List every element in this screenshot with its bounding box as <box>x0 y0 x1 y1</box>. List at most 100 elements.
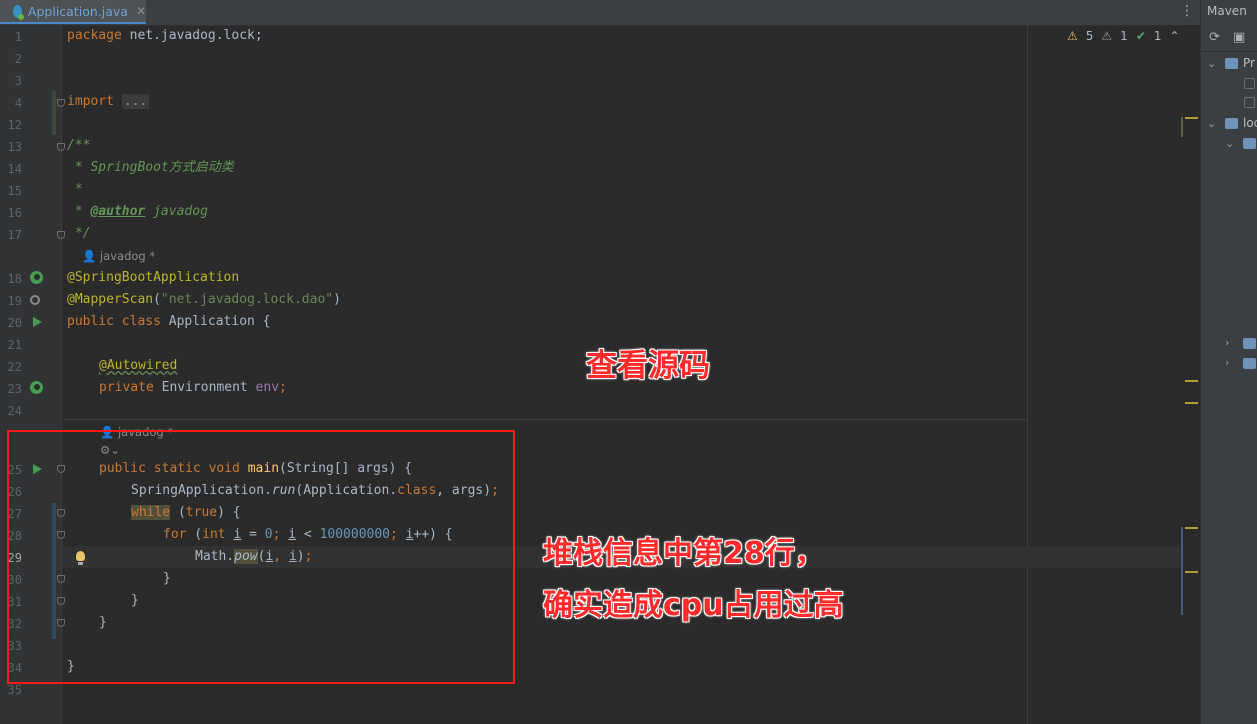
maven-tree-dependencies[interactable]: › <box>1201 354 1257 374</box>
code-line: * <box>67 179 83 201</box>
profile-checkbox[interactable] <box>1244 97 1255 108</box>
annotation-bottom-line1: 堆栈信息中第28行， <box>543 536 825 571</box>
vcs-stripe-marker <box>1181 117 1183 137</box>
run-class-icon[interactable] <box>33 317 42 327</box>
code-token: import <box>67 94 114 109</box>
profile-checkbox[interactable] <box>1244 78 1255 89</box>
line-number: 35 <box>7 683 22 697</box>
lifecycle-icon <box>1243 138 1256 149</box>
code-line: * SpringBoot方式启动类 <box>67 157 234 179</box>
editor-tab-bar: Application.java ✕ ⋮ <box>0 0 1200 26</box>
vcs-stripe-marker <box>1181 527 1183 615</box>
warning-stripe-marker[interactable] <box>1185 117 1198 119</box>
inspection-widget[interactable]: ⚠5 ⚠1 ✔1 ⌃ ⌄ <box>1067 29 1198 43</box>
code-token: Application { <box>160 314 271 329</box>
chevron-right-icon[interactable]: › <box>1225 356 1229 369</box>
maven-tree-profiles[interactable]: ⌄ Pr <box>1201 54 1257 74</box>
line-number: 16 <box>7 206 22 220</box>
line-number: 1 <box>14 30 22 44</box>
code-token: env <box>255 380 280 395</box>
tab-application-java[interactable]: Application.java ✕ <box>0 0 146 24</box>
reload-icon[interactable]: ⟳ <box>1209 31 1223 45</box>
code-token: * <box>67 204 91 219</box>
warning-stripe-marker[interactable] <box>1185 380 1198 382</box>
code-token: net.javadog.lock; <box>121 28 263 43</box>
author-hint[interactable]: 👤 javadog * <box>82 249 155 263</box>
warning-count: 5 <box>1085 29 1094 43</box>
line-number: 21 <box>7 338 22 352</box>
check-icon: ✔ <box>1135 29 1146 43</box>
code-token: /** <box>67 138 91 153</box>
code-line: @Autowired <box>99 355 177 377</box>
java-class-icon <box>13 4 24 20</box>
maven-tool-window: Maven ⟳ ▣ ⌄ Pr ⌄ loc ⌄ › › <box>1200 0 1257 724</box>
tab-label: Application.java <box>27 3 128 19</box>
code-line: @SpringBootApplication <box>67 267 239 289</box>
line-number: 3 <box>14 74 22 88</box>
code-line: */ <box>67 223 91 245</box>
weak-warning-count: 1 <box>1120 29 1128 43</box>
author-hint-text: javadog * <box>99 249 156 263</box>
code-line: * @author javadog <box>67 201 208 223</box>
code-token: @author <box>90 204 146 219</box>
line-number: 19 <box>7 294 22 308</box>
more-tabs-icon[interactable]: ⋮ <box>1180 3 1194 19</box>
method-separator <box>64 419 1028 420</box>
warning-icon: ⚠ <box>1067 29 1078 43</box>
annotation-bottom-line2: 确实造成cpu占用过高 <box>543 588 844 623</box>
code-token: ) <box>333 292 341 307</box>
close-tab-icon[interactable]: ✕ <box>136 4 146 18</box>
chevron-down-icon[interactable]: ⌄ <box>1207 117 1216 130</box>
line-number: 18 <box>7 272 22 286</box>
code-token: package <box>67 28 122 43</box>
code-token: ; <box>279 380 287 395</box>
line-number: 2 <box>14 52 22 66</box>
code-line: /** <box>67 135 90 157</box>
code-line: @MapperScan("net.javadog.lock.dao") <box>67 289 341 311</box>
warning-stripe-marker[interactable] <box>1185 571 1198 573</box>
spring-bean-icon[interactable] <box>30 271 43 284</box>
code-token: @Autowired <box>99 358 178 373</box>
tree-label: Pr <box>1243 56 1255 70</box>
code-token: public class <box>67 314 161 329</box>
code-token: Environment <box>153 380 256 395</box>
chevron-down-icon[interactable]: ⌄ <box>1207 57 1216 70</box>
profiles-icon <box>1225 58 1238 69</box>
maven-tree-project[interactable]: ⌄ loc <box>1201 114 1257 134</box>
line-number: 4 <box>14 96 22 110</box>
maven-tree-plugins[interactable]: › <box>1201 334 1257 354</box>
highlight-box <box>7 430 515 684</box>
line-number: 15 <box>7 184 22 198</box>
code-line: package net.javadog.lock; <box>67 25 263 47</box>
chevron-down-icon[interactable]: ⌄ <box>1225 137 1234 150</box>
spring-search-icon[interactable] <box>30 295 40 305</box>
weak-warning-icon: ⚠ <box>1101 29 1113 43</box>
warning-stripe-marker[interactable] <box>1185 402 1198 404</box>
code-line: import ... <box>67 91 150 113</box>
spring-bean-icon[interactable] <box>30 381 43 394</box>
code-token: @SpringBootApplication <box>67 270 240 285</box>
line-number: 20 <box>7 316 22 330</box>
add-folder-icon[interactable]: ▣ <box>1233 31 1247 45</box>
maven-tree-lifecycle[interactable]: ⌄ <box>1201 134 1257 154</box>
code-token: private <box>99 380 154 395</box>
chevron-right-icon[interactable]: › <box>1225 336 1229 349</box>
previous-highlight-icon[interactable]: ⌃ <box>1170 29 1180 43</box>
warning-stripe-marker[interactable] <box>1185 527 1198 529</box>
annotation-top: 查看源码 <box>586 348 710 384</box>
line-number: 14 <box>7 162 22 176</box>
code-token: */ <box>67 226 91 241</box>
dependencies-icon <box>1243 358 1256 369</box>
error-stripe[interactable] <box>1180 25 1200 724</box>
maven-title: Maven <box>1207 4 1247 18</box>
plugins-icon <box>1243 338 1256 349</box>
line-number: 12 <box>7 118 22 132</box>
right-margin-guide <box>1027 25 1028 724</box>
code-line: public class Application { <box>67 311 271 333</box>
line-number: 23 <box>7 382 22 396</box>
tree-label: loc <box>1243 116 1257 130</box>
line-number: 24 <box>7 404 22 418</box>
line-number: 13 <box>7 140 22 154</box>
vcs-change-marker <box>52 113 56 135</box>
folded-imports[interactable]: ... <box>121 94 150 109</box>
